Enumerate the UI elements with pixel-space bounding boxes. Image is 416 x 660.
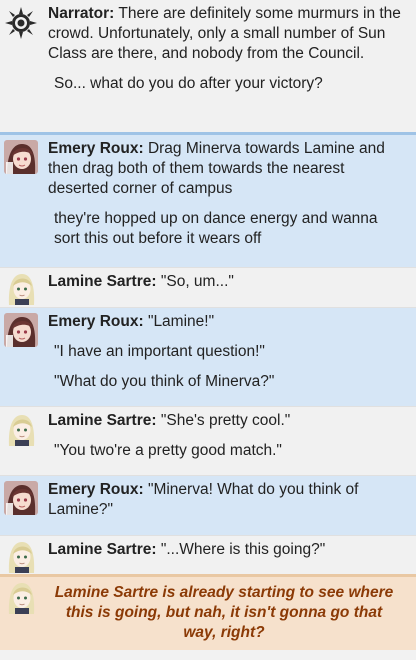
emery-portrait-icon (4, 140, 38, 174)
message-emery: Emery Roux: "Lamine!" "I have an importa… (0, 307, 416, 406)
message-lamine: Lamine Sartre: "...Where is this going?" (0, 535, 416, 574)
message-text: "What do you think of Minerva?" (54, 373, 275, 390)
speaker-name: Lamine Sartre: (48, 273, 157, 290)
chat-feed: Narrator: There are definitely some murm… (0, 0, 416, 650)
speaker-name: Emery Roux: (48, 313, 144, 330)
message-lamine: Lamine Sartre: "She's pretty cool." "You… (0, 406, 416, 475)
message-text: So... what do you do after your victory? (54, 75, 323, 92)
emery-portrait-icon (4, 313, 38, 347)
system-message: Lamine Sartre is already starting to see… (0, 574, 416, 650)
message-text: "Lamine!" (147, 313, 215, 330)
speaker-name: Lamine Sartre: (48, 412, 157, 429)
message-lamine: Lamine Sartre: "So, um..." (0, 267, 416, 307)
message-text: "She's pretty cool." (160, 412, 291, 429)
message-narrator: Narrator: There are definitely some murm… (0, 0, 416, 132)
message-text: "I have an important question!" (54, 343, 265, 360)
message-text: they're hopped up on dance energy and wa… (54, 210, 378, 247)
speaker-name: Narrator: (48, 5, 115, 22)
speaker-name: Emery Roux: (48, 481, 144, 498)
message-text: "...Where is this going?" (160, 541, 326, 558)
speaker-name: Lamine Sartre: (48, 541, 157, 558)
speaker-name: Emery Roux: (48, 140, 144, 157)
message-text: "You two're a pretty good match." (54, 442, 282, 459)
message-text: "So, um..." (160, 273, 234, 290)
lamine-portrait-icon (4, 271, 38, 305)
lamine-portrait-icon (4, 580, 38, 614)
message-emery: Emery Roux: "Minerva! What do you think … (0, 475, 416, 535)
message-emery: Emery Roux: Drag Minerva towards Lamine … (0, 132, 416, 267)
lamine-portrait-icon (4, 539, 38, 573)
emery-portrait-icon (4, 481, 38, 515)
system-message-text: Lamine Sartre is already starting to see… (54, 584, 394, 641)
sun-icon (4, 6, 38, 40)
lamine-portrait-icon (4, 412, 38, 446)
